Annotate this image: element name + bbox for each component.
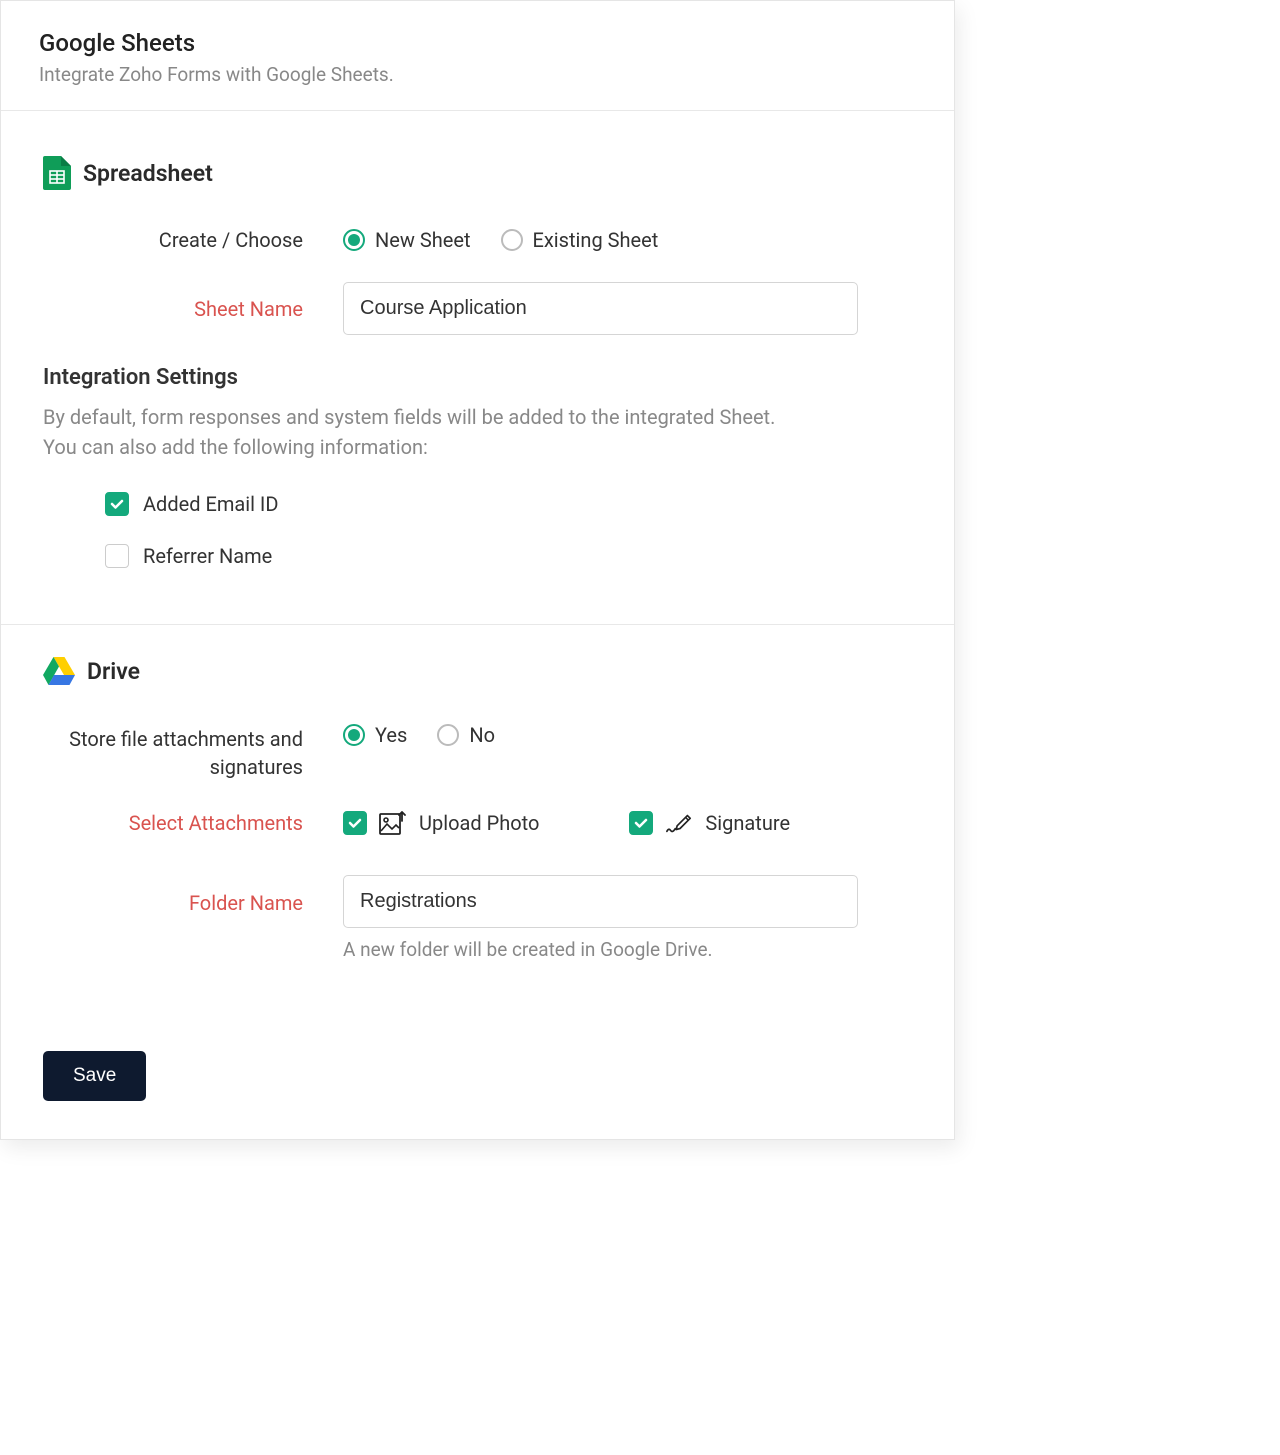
- radio-icon: [501, 229, 523, 251]
- attachments-group: Upload Photo Signature: [343, 811, 790, 835]
- referrer-name-checkbox[interactable]: [105, 544, 129, 568]
- folder-name-col: A new folder will be created in Google D…: [343, 875, 858, 961]
- upload-photo-label: Upload Photo: [419, 811, 539, 835]
- referrer-name-row: Referrer Name: [105, 544, 912, 568]
- folder-name-help: A new folder will be created in Google D…: [343, 938, 858, 961]
- check-icon: [347, 815, 363, 831]
- folder-name-input[interactable]: [343, 875, 858, 928]
- signature-item: Signature: [629, 811, 790, 835]
- image-upload-icon: [379, 811, 407, 835]
- create-choose-radio-group: New Sheet Existing Sheet: [343, 228, 658, 252]
- radio-icon: [343, 724, 365, 746]
- spreadsheet-heading: Spreadsheet: [43, 156, 912, 190]
- added-email-id-row: Added Email ID: [105, 492, 912, 516]
- create-choose-row: Create / Choose New Sheet Existing Sheet: [43, 228, 912, 252]
- existing-sheet-label: Existing Sheet: [533, 228, 659, 252]
- upload-photo-checkbox[interactable]: [343, 811, 367, 835]
- signature-label: Signature: [705, 811, 790, 835]
- store-yes-label: Yes: [375, 723, 407, 747]
- panel-header: Google Sheets Integrate Zoho Forms with …: [1, 1, 954, 111]
- upload-photo-item: Upload Photo: [343, 811, 539, 835]
- store-attachments-label: Store file attachments and signatures: [43, 723, 343, 781]
- existing-sheet-radio[interactable]: Existing Sheet: [501, 228, 659, 252]
- store-yes-radio[interactable]: Yes: [343, 723, 407, 747]
- spreadsheet-heading-text: Spreadsheet: [83, 160, 213, 187]
- integration-settings: Integration Settings By default, form re…: [43, 365, 912, 568]
- integration-desc-line1: By default, form responses and system fi…: [43, 405, 775, 429]
- added-email-id-checkbox[interactable]: [105, 492, 129, 516]
- added-email-id-label: Added Email ID: [143, 492, 279, 516]
- store-radio-group: Yes No: [343, 723, 495, 747]
- folder-name-label: Folder Name: [43, 875, 343, 915]
- select-attachments-label: Select Attachments: [43, 811, 343, 835]
- new-sheet-radio[interactable]: New Sheet: [343, 228, 471, 252]
- check-icon: [109, 496, 125, 512]
- integration-desc-line2: You can also add the following informati…: [43, 435, 428, 459]
- create-choose-label: Create / Choose: [43, 228, 343, 252]
- radio-icon: [343, 229, 365, 251]
- drive-section: Drive Store file attachments and signatu…: [1, 624, 954, 1021]
- radio-icon: [437, 724, 459, 746]
- store-no-label: No: [469, 723, 495, 747]
- panel-footer: Save: [1, 1021, 954, 1139]
- drive-heading: Drive: [43, 657, 912, 685]
- store-no-radio[interactable]: No: [437, 723, 495, 747]
- select-attachments-row: Select Attachments Upload Photo: [43, 811, 912, 835]
- store-attachments-row: Store file attachments and signatures Ye…: [43, 723, 912, 781]
- integration-settings-desc: By default, form responses and system fi…: [43, 402, 912, 462]
- google-drive-icon: [43, 657, 75, 685]
- check-icon: [633, 815, 649, 831]
- integration-settings-title: Integration Settings: [43, 365, 912, 390]
- spreadsheet-section: Spreadsheet Create / Choose New Sheet Ex…: [1, 111, 954, 624]
- panel-subtitle: Integrate Zoho Forms with Google Sheets.: [39, 63, 916, 86]
- sheet-name-row: Sheet Name: [43, 282, 912, 335]
- signature-checkbox[interactable]: [629, 811, 653, 835]
- sheet-name-label: Sheet Name: [43, 297, 343, 321]
- folder-name-row: Folder Name A new folder will be created…: [43, 875, 912, 961]
- referrer-name-label: Referrer Name: [143, 544, 272, 568]
- sheet-name-input[interactable]: [343, 282, 858, 335]
- google-sheets-icon: [43, 156, 71, 190]
- panel-title: Google Sheets: [39, 29, 916, 57]
- drive-heading-text: Drive: [87, 658, 140, 685]
- signature-icon: [665, 811, 693, 835]
- integration-panel: Google Sheets Integrate Zoho Forms with …: [0, 0, 955, 1140]
- save-button[interactable]: Save: [43, 1051, 146, 1101]
- integration-checkbox-list: Added Email ID Referrer Name: [43, 492, 912, 568]
- new-sheet-label: New Sheet: [375, 228, 471, 252]
